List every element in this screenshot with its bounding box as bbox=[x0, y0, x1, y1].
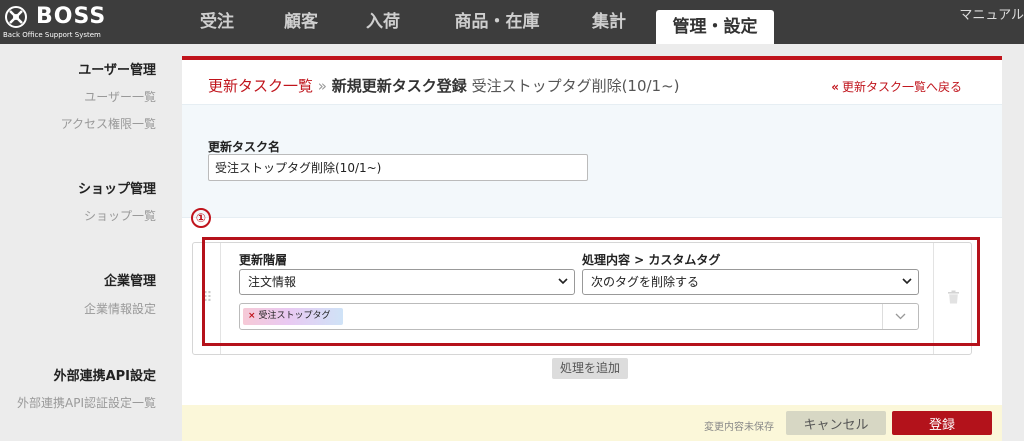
unsaved-changes-text: 変更内容未保存 bbox=[704, 422, 774, 433]
breadcrumb-current: 受注ストップタグ削除(10/1~) bbox=[471, 77, 680, 95]
nav-tab-orders[interactable]: 受注 bbox=[186, 0, 248, 44]
back-link-label: 更新タスク一覧へ戻る bbox=[841, 80, 962, 94]
footer-action-bar: 変更内容未保存 キャンセル 登録 bbox=[182, 405, 1002, 441]
task-name-label: 更新タスク名 bbox=[208, 140, 281, 154]
sidebar-item-external-api-auth[interactable]: 外部連携API認証設定一覧 bbox=[17, 394, 156, 411]
sidebar: ユーザー管理 ユーザー一覧 アクセス権限一覧 ショップ管理 ショップ一覧 企業管… bbox=[0, 44, 170, 441]
main-panel: 更新タスク一覧 » 新規更新タスク登録 受注ストップタグ削除(10/1~) «更… bbox=[182, 56, 1002, 441]
logo-subtitle: Back Office Support System bbox=[3, 31, 101, 39]
boss-logo[interactable]: BOSS Back Office Support System bbox=[0, 0, 170, 44]
chevron-down-icon bbox=[902, 278, 912, 285]
sidebar-item-user-list[interactable]: ユーザー一覧 bbox=[84, 88, 156, 105]
sidebar-item-access-rights[interactable]: アクセス権限一覧 bbox=[61, 115, 156, 132]
logo-text: BOSS bbox=[36, 4, 107, 29]
breadcrumb-section: 新規更新タスク登録 bbox=[331, 77, 467, 95]
action-label: 処理内容 > カスタムタグ bbox=[582, 253, 721, 267]
nav-tab-arrivals[interactable]: 入荷 bbox=[352, 0, 414, 44]
boss-logo-icon bbox=[5, 6, 27, 28]
delete-process-column bbox=[933, 243, 971, 354]
breadcrumb-task-list-link[interactable]: 更新タスク一覧 bbox=[208, 77, 313, 95]
update-level-value: 注文情報 bbox=[248, 275, 297, 289]
manual-link[interactable]: マニュアル bbox=[959, 4, 1024, 23]
task-name-input[interactable] bbox=[208, 154, 588, 181]
sidebar-group-user-management: ユーザー管理 bbox=[78, 63, 156, 78]
update-level-label: 更新階層 bbox=[239, 253, 288, 267]
top-navigation-bar: BOSS Back Office Support System 受注 顧客 入荷… bbox=[0, 0, 1024, 44]
back-to-task-list-link[interactable]: «更新タスク一覧へ戻る bbox=[831, 78, 962, 95]
breadcrumb: 更新タスク一覧 » 新規更新タスク登録 受注ストップタグ削除(10/1~) bbox=[208, 75, 680, 96]
register-button[interactable]: 登録 bbox=[892, 411, 992, 435]
task-name-section: 更新タスク名 bbox=[182, 104, 1002, 218]
chevron-down-icon bbox=[895, 313, 906, 320]
process-card: ⠿ 更新階層 注文情報 処理内容 > カスタムタグ 次のタグを削除する × 受注ス… bbox=[192, 242, 972, 355]
action-value: 次のタグを削除する bbox=[591, 275, 700, 289]
cancel-button[interactable]: キャンセル bbox=[786, 411, 886, 435]
sidebar-item-company-info[interactable]: 企業情報設定 bbox=[84, 300, 156, 317]
action-select[interactable]: 次のタグを削除する bbox=[582, 269, 919, 295]
chevron-down-icon bbox=[558, 278, 568, 285]
nav-tab-customers[interactable]: 顧客 bbox=[270, 0, 332, 44]
tag-dropdown-toggle[interactable] bbox=[882, 304, 918, 329]
add-process-button[interactable]: 処理を追加 bbox=[552, 358, 629, 379]
sidebar-group-shop-management: ショップ管理 bbox=[77, 182, 156, 197]
breadcrumb-separator: » bbox=[317, 77, 327, 95]
nav-tab-reports[interactable]: 集計 bbox=[578, 0, 640, 44]
sidebar-group-external-api: 外部連携API設定 bbox=[53, 369, 156, 384]
double-chevron-left-icon: « bbox=[831, 80, 839, 94]
nav-tab-products-stock[interactable]: 商品・在庫 bbox=[440, 0, 554, 44]
update-level-select[interactable]: 注文情報 bbox=[239, 269, 575, 295]
remove-tag-icon[interactable]: × bbox=[248, 311, 256, 321]
custom-tag-multiselect[interactable]: × 受注ストップタグ bbox=[239, 303, 919, 330]
trash-icon[interactable] bbox=[947, 290, 960, 304]
sidebar-item-shop-list[interactable]: ショップ一覧 bbox=[84, 207, 156, 224]
sidebar-group-company-management: 企業管理 bbox=[103, 274, 156, 289]
nav-tab-admin-settings[interactable]: 管理・設定 bbox=[656, 10, 774, 44]
tag-label: 受注ストップタグ bbox=[258, 311, 331, 321]
custom-tag-chip: × 受注ストップタグ bbox=[243, 308, 343, 325]
annotation-marker: ① bbox=[191, 208, 211, 228]
drag-handle-icon[interactable]: ⠿ bbox=[193, 243, 221, 354]
